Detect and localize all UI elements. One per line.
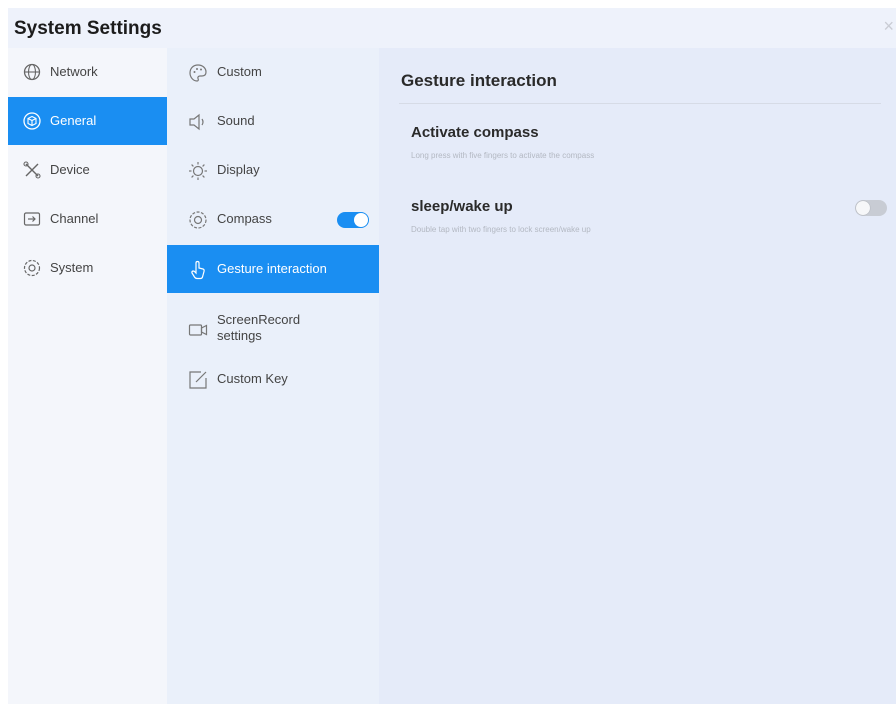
- sidebar-item-device[interactable]: Device: [8, 146, 167, 194]
- menu-item-display[interactable]: Display: [167, 146, 379, 194]
- general-submenu: Custom Sound Display Compass Gesture int…: [167, 48, 379, 704]
- sidebar-item-channel[interactable]: Channel: [8, 195, 167, 243]
- menu-item-screenrecord-settings[interactable]: ScreenRecord settings: [167, 304, 379, 356]
- sidebar-item-label: Network: [50, 64, 98, 79]
- globe-icon: [22, 62, 42, 82]
- gear-icon: [22, 258, 42, 278]
- menu-item-custom[interactable]: Custom: [167, 48, 379, 96]
- panel-divider: [399, 103, 881, 104]
- menu-item-sound[interactable]: Sound: [167, 97, 379, 145]
- gesture-panel: Gesture interaction Activate compass Lon…: [379, 48, 896, 704]
- menu-item-label: Compass: [217, 211, 272, 226]
- sleep-wake-toggle[interactable]: [855, 200, 887, 216]
- sidebar-item-system[interactable]: System: [8, 244, 167, 292]
- setting-title: Activate compass: [411, 124, 539, 141]
- sidebar-item-label: General: [50, 113, 97, 128]
- speaker-icon: [187, 111, 209, 133]
- camera-icon: [187, 319, 209, 341]
- category-sidebar: Network General Device Channel System: [8, 48, 167, 704]
- menu-item-label: ScreenRecord settings: [217, 312, 301, 343]
- title-bar: System Settings ×: [8, 8, 896, 48]
- compass-toggle[interactable]: [337, 212, 369, 228]
- menu-item-label: Gesture interaction: [217, 261, 327, 276]
- window-title: System Settings: [14, 18, 162, 39]
- edit-icon: [187, 369, 209, 391]
- sidebar-item-general[interactable]: General: [8, 97, 167, 145]
- setting-title: sleep/wake up: [411, 198, 513, 215]
- menu-item-label: Sound: [217, 113, 255, 128]
- hand-icon: [187, 259, 209, 281]
- menu-item-custom-key[interactable]: Custom Key: [167, 355, 379, 403]
- menu-item-label: Custom Key: [217, 371, 288, 386]
- palette-icon: [187, 62, 209, 84]
- tools-icon: [22, 160, 42, 180]
- close-icon[interactable]: ×: [883, 16, 894, 37]
- setting-description: Long press with five fingers to activate…: [411, 151, 595, 160]
- panel-title: Gesture interaction: [401, 71, 557, 90]
- sun-icon: [187, 160, 209, 182]
- toggle-knob: [856, 201, 870, 215]
- cube-icon: [22, 111, 42, 131]
- sidebar-item-label: Channel: [50, 211, 99, 226]
- setting-description: Double tap with two fingers to lock scre…: [411, 225, 591, 234]
- menu-item-gesture-interaction[interactable]: Gesture interaction: [167, 245, 379, 293]
- sidebar-item-label: System: [50, 260, 94, 275]
- menu-item-label: Display: [217, 162, 260, 177]
- sidebar-item-label: Device: [50, 162, 90, 177]
- menu-item-compass[interactable]: Compass: [167, 195, 379, 243]
- settings-window: System Settings × Network General Device: [8, 8, 896, 704]
- sidebar-item-network[interactable]: Network: [8, 48, 167, 96]
- menu-item-label: Custom: [217, 64, 262, 79]
- input-icon: [22, 209, 42, 229]
- toggle-knob: [354, 213, 368, 227]
- compass-icon: [187, 209, 209, 231]
